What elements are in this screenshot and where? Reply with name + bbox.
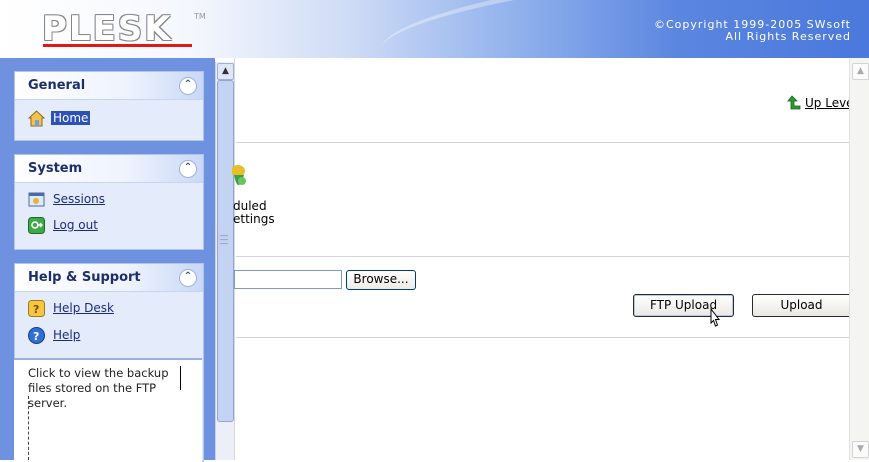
section-title-system: System bbox=[28, 161, 83, 176]
main-scrollbar[interactable]: ▲ ▼ bbox=[849, 58, 869, 460]
section-title-help-support: Help & Support bbox=[28, 270, 141, 285]
section-header-general[interactable]: General ⌃ bbox=[15, 72, 203, 100]
collapse-icon[interactable]: ⌃ bbox=[179, 269, 197, 287]
up-arrow-icon bbox=[787, 95, 801, 110]
browse-button[interactable]: Browse... bbox=[346, 270, 416, 290]
sidebar-item-label: Help bbox=[53, 328, 81, 342]
logout-icon bbox=[28, 217, 45, 234]
scroll-up-arrow-icon[interactable]: ▲ bbox=[217, 63, 234, 80]
svg-text:?: ? bbox=[33, 330, 39, 343]
help-icon: ? bbox=[28, 327, 45, 344]
help-tip-panel: Click to view the backup files stored on… bbox=[14, 358, 202, 462]
plesk-logo: PLESK bbox=[42, 9, 173, 49]
upload-button[interactable]: Upload bbox=[752, 294, 851, 317]
separator bbox=[236, 142, 849, 143]
scheduled-settings-label[interactable]: duled ettings bbox=[233, 200, 275, 226]
scheduled-settings-icon[interactable] bbox=[232, 161, 248, 193]
scroll-up-arrow-icon[interactable]: ▲ bbox=[852, 63, 869, 80]
copyright: ©Copyright 1999-2005 SWsoft All Rights R… bbox=[654, 19, 851, 43]
separator bbox=[236, 256, 849, 257]
main-content: Up Level duled ettings Browse... FTP Upl… bbox=[232, 58, 857, 460]
copyright-line-2: All Rights Reserved bbox=[725, 30, 851, 43]
help-desk-icon: ? bbox=[28, 300, 45, 317]
nav-scrollbar[interactable]: ▲ ― ― ― bbox=[215, 62, 234, 460]
scrollbar-grip-icon: ― ― ― bbox=[220, 231, 228, 248]
scheduled-label-line-2: ettings bbox=[233, 212, 275, 226]
header-banner: PLESK TM ©Copyright 1999-2005 SWsoft All… bbox=[0, 0, 869, 58]
logo-trademark: TM bbox=[194, 12, 206, 21]
sidebar-item-label: Log out bbox=[53, 218, 98, 232]
scroll-down-arrow-icon[interactable]: ▼ bbox=[852, 441, 869, 458]
sessions-icon bbox=[28, 192, 45, 207]
sidebar-item-label: Home bbox=[51, 111, 91, 125]
separator bbox=[236, 337, 849, 338]
mouse-pointer-icon bbox=[710, 307, 721, 327]
sidebar-item-label: Help Desk bbox=[53, 301, 114, 315]
dashed-line bbox=[28, 396, 30, 460]
scrollbar-thumb[interactable] bbox=[217, 80, 234, 422]
home-icon bbox=[28, 110, 45, 127]
help-tip-text: Click to view the backup files stored on… bbox=[28, 366, 169, 410]
section-header-help-support[interactable]: Help & Support ⌃ bbox=[15, 264, 203, 292]
logo-underline bbox=[43, 44, 192, 47]
file-path-input[interactable] bbox=[234, 270, 342, 289]
sidebar-item-label: Sessions bbox=[53, 192, 106, 206]
left-navigation: General ⌃ Home System ⌃ Sessions Log out… bbox=[0, 58, 215, 462]
nav-section-system: System ⌃ Sessions Log out bbox=[14, 154, 204, 250]
collapse-icon[interactable]: ⌃ bbox=[179, 77, 197, 95]
collapse-icon[interactable]: ⌃ bbox=[179, 160, 197, 178]
section-title-general: General bbox=[28, 78, 86, 93]
nav-section-general: General ⌃ Home bbox=[14, 71, 204, 141]
text-cursor bbox=[180, 366, 181, 390]
svg-text:?: ? bbox=[33, 303, 39, 316]
section-header-system[interactable]: System ⌃ bbox=[15, 155, 203, 183]
